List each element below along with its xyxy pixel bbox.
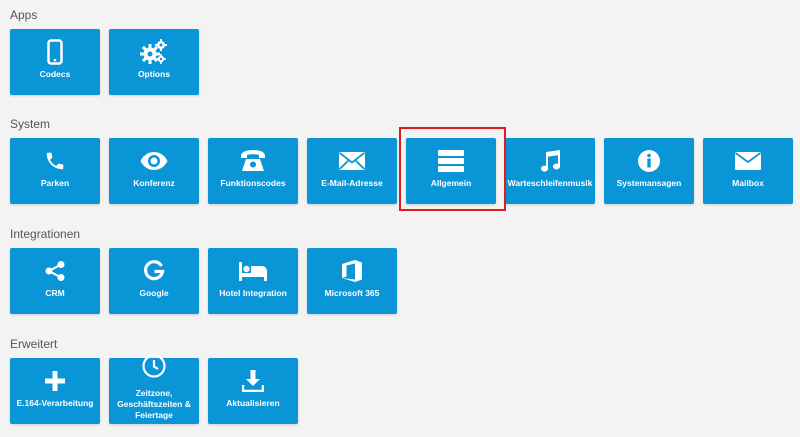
tile-microsoft-365[interactable]: Microsoft 365 [307,248,397,314]
tile-label: Aktualisieren [226,398,280,408]
tile-label: E.164-Verarbeitung [16,398,94,408]
clock-icon [109,353,199,379]
phone-handset-icon [10,148,100,174]
tile-label: Zeitzone, Geschäftszeiten & Feiertage [117,388,191,420]
music-note-icon [505,148,595,174]
tile-label: E-Mail-Adresse [321,178,383,188]
server-icon [406,148,496,174]
tile-label: Allgemein [430,178,472,188]
tile-label: Funktionscodes [220,178,286,188]
tile-label: Warteschleifenmusik [507,178,593,188]
tile-mailbox[interactable]: Mailbox [703,138,793,204]
tile-hotel-integration[interactable]: Hotel Integration [208,248,298,314]
tile-codecs[interactable]: Codecs [10,29,100,95]
eye-icon [109,148,199,174]
tile-crm[interactable]: CRM [10,248,100,314]
tile-email-adresse[interactable]: E-Mail-Adresse [307,138,397,204]
tile-google[interactable]: Google [109,248,199,314]
envelope-icon [307,148,397,174]
tile-label: Options [137,69,171,79]
tile-label: Microsoft 365 [324,288,380,298]
bed-icon [208,258,298,284]
tile-label: Konferenz [133,178,175,188]
envelope-icon [703,148,793,174]
tile-zeitzone[interactable]: Zeitzone, Geschäftszeiten & Feiertage [109,354,199,424]
tile-label: Parken [40,178,70,188]
tile-allgemein[interactable]: Allgemein [406,138,496,204]
tile-label: Mailbox [732,178,764,188]
section-title-integrationen: Integrationen [10,227,81,241]
tile-konferenz[interactable]: Konferenz [109,138,199,204]
tile-systemansagen[interactable]: Systemansagen [604,138,694,204]
office-icon [307,258,397,284]
tile-parken[interactable]: Parken [10,138,100,204]
tile-e164-verarbeitung[interactable]: E.164-Verarbeitung [10,358,100,424]
section-title-system: System [10,117,51,131]
tile-aktualisieren[interactable]: Aktualisieren [208,358,298,424]
tile-label: Google [139,288,169,298]
tile-warteschleifenmusik[interactable]: Warteschleifenmusik [505,138,595,204]
desk-phone-icon [208,148,298,174]
download-icon [208,368,298,394]
section-title-apps: Apps [10,8,38,22]
plus-icon [10,368,100,394]
share-nodes-icon [10,258,100,284]
tile-label: Hotel Integration [219,288,287,298]
tile-options[interactable]: Options [109,29,199,95]
tile-funktionscodes[interactable]: Funktionscodes [208,138,298,204]
mobile-phone-icon [10,39,100,65]
tile-label: CRM [45,288,65,298]
info-circle-icon [604,148,694,174]
section-title-erweitert: Erweitert [10,337,58,351]
tile-label: Codecs [39,69,71,79]
google-icon [109,258,199,284]
tile-label: Systemansagen [616,178,682,188]
gears-icon [109,39,199,65]
